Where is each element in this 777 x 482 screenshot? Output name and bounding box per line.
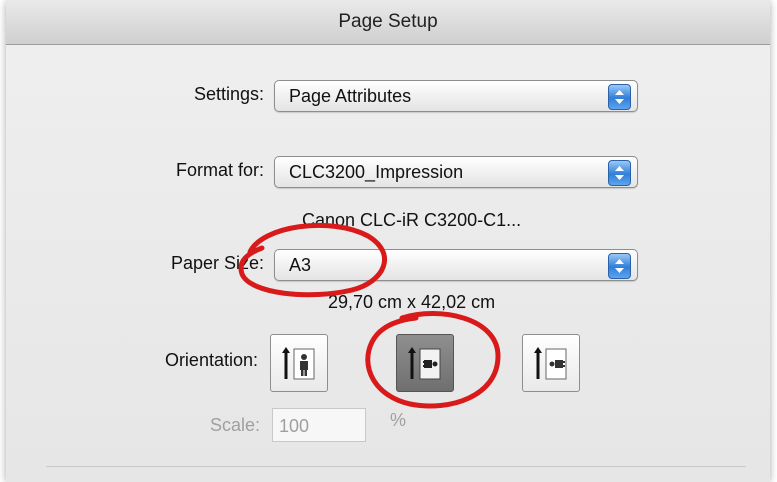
orientation-landscape-right-button[interactable] [522,334,580,392]
scale-input[interactable]: 100 [272,408,366,442]
popup-arrows-icon [608,84,631,110]
paper-size-value: A3 [289,255,312,275]
settings-popup[interactable]: Page Attributes [274,80,638,112]
paper-size-popup[interactable]: A3 [274,249,638,281]
landscape-left-icon [408,347,441,380]
format-for-popup[interactable]: CLC3200_Impression [274,156,638,188]
orientation-label: Orientation: [164,350,258,370]
page-setup-dialog: Page Setup Settings: Page Attributes For… [6,0,770,482]
popup-arrows-icon [608,160,631,186]
scale-label: Scale: [209,415,260,435]
paper-dimensions: 29,70 cm x 42,02 cm [328,292,496,312]
orientation-landscape-left-button[interactable] [396,334,454,392]
landscape-right-icon [534,347,567,380]
divider [46,466,746,467]
orientation-portrait-button[interactable] [270,334,328,392]
portrait-icon [282,347,315,380]
settings-label: Settings: [193,84,264,104]
format-for-label: Format for: [175,160,264,180]
popup-arrows-icon [608,253,631,279]
printer-description: Canon CLC-iR C3200-C1... [302,210,522,230]
scale-unit: % [390,410,407,430]
dialog-title: Page Setup [6,0,770,45]
paper-size-label: Paper Size: [170,253,264,273]
format-for-value: CLC3200_Impression [289,162,464,182]
settings-value: Page Attributes [289,86,412,106]
